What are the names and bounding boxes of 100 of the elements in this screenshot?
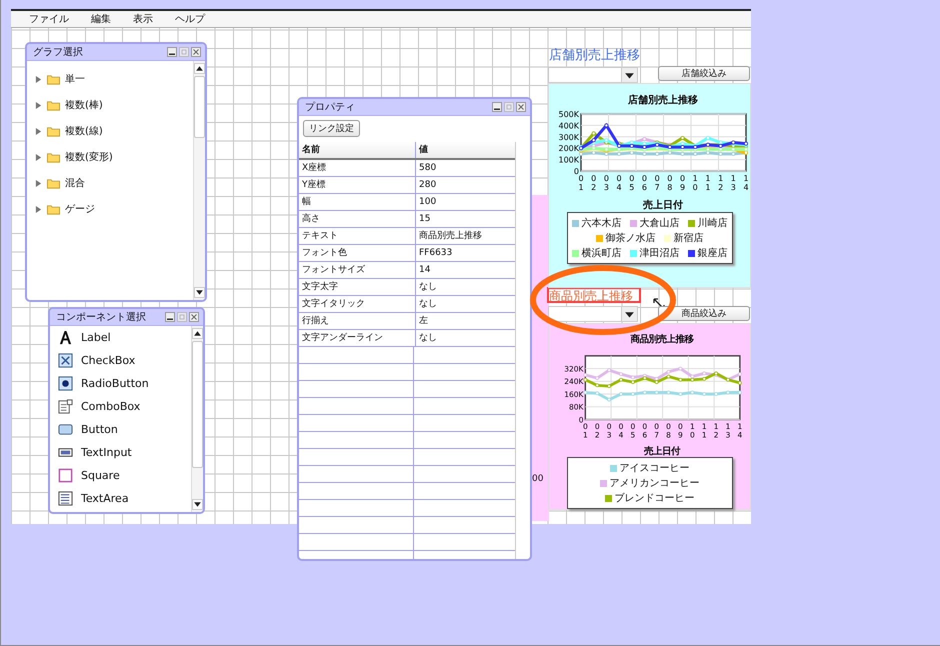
- x-tick-label: 08: [667, 174, 672, 192]
- point: [630, 150, 634, 155]
- scroll-up-icon[interactable]: [194, 63, 205, 74]
- x-tick-label: 04: [618, 422, 624, 440]
- point: [714, 392, 718, 396]
- point: [642, 152, 646, 156]
- folder-icon: [47, 126, 60, 136]
- y-tick-label: 0: [578, 415, 584, 424]
- property-value[interactable]: 商品別売上推移: [416, 228, 515, 244]
- expand-arrow-icon[interactable]: [35, 76, 42, 82]
- scrollbar[interactable]: [191, 326, 203, 512]
- x-tick-label: 02: [591, 174, 596, 192]
- x-tick-label: 09: [678, 422, 683, 440]
- column-header[interactable]: 値: [416, 142, 515, 158]
- column-header[interactable]: 名前: [299, 142, 416, 158]
- product-dropdown[interactable]: [548, 306, 638, 322]
- point: [631, 392, 635, 396]
- tree-item[interactable]: 複数(変形): [65, 150, 113, 164]
- tree-item[interactable]: 混合: [65, 176, 85, 190]
- expand-arrow-icon[interactable]: [35, 154, 42, 160]
- square-icon: [58, 468, 73, 483]
- chart-title: 店舗別売上推移: [628, 95, 698, 106]
- point: [595, 383, 600, 388]
- minimize-icon[interactable]: [167, 47, 177, 57]
- point: [666, 374, 670, 378]
- tree-item[interactable]: 複数(棒): [65, 98, 103, 112]
- y-tick-label: 200K: [558, 144, 579, 154]
- legend-label: ブレンドコーヒー: [614, 492, 694, 505]
- point: [666, 370, 670, 374]
- expand-arrow-icon[interactable]: [35, 180, 42, 186]
- property-value[interactable]: 100: [416, 194, 515, 210]
- y-tick-label: 400K: [558, 121, 579, 130]
- property-value[interactable]: なし: [416, 330, 515, 346]
- close-icon[interactable]: [189, 312, 199, 322]
- scroll-up-icon[interactable]: [192, 328, 203, 339]
- component-item[interactable]: Square: [81, 469, 120, 482]
- expand-arrow-icon[interactable]: [35, 102, 42, 108]
- component-item[interactable]: ComboBox: [81, 400, 140, 413]
- point: [631, 375, 635, 380]
- folder-icon: [47, 204, 60, 214]
- menu-item[interactable]: ファイル: [29, 12, 69, 26]
- close-icon[interactable]: [191, 47, 201, 57]
- expand-arrow-icon[interactable]: [35, 128, 42, 134]
- component-item[interactable]: TextArea: [81, 492, 129, 505]
- property-value[interactable]: 15: [416, 211, 515, 227]
- point: [680, 136, 685, 140]
- scroll-thumb[interactable]: [192, 341, 203, 468]
- chart-title-label[interactable]: 店舗別売上推移: [549, 46, 640, 64]
- x-tick-label: 07: [654, 174, 660, 192]
- link-settings-button[interactable]: リンク設定: [303, 120, 360, 137]
- point: [678, 378, 682, 382]
- property-value[interactable]: 280: [416, 177, 515, 193]
- property-value[interactable]: 580: [416, 160, 515, 176]
- component-item[interactable]: CheckBox: [81, 354, 136, 367]
- point: [583, 378, 588, 382]
- tree-item[interactable]: 複数(線): [65, 124, 103, 138]
- component-item[interactable]: RadioButton: [81, 377, 149, 390]
- property-value[interactable]: 14: [416, 262, 515, 278]
- property-value[interactable]: なし: [416, 296, 515, 312]
- component-item[interactable]: TextInput: [81, 446, 132, 459]
- y-tick-label: 300K: [558, 132, 579, 142]
- component-item[interactable]: Button: [81, 423, 118, 436]
- property-value[interactable]: 左: [416, 313, 515, 329]
- y-tick-label: 80K: [569, 402, 584, 412]
- menu-item[interactable]: 編集: [91, 12, 111, 26]
- property-value[interactable]: なし: [416, 279, 515, 295]
- panel-title: プロパティ: [305, 100, 355, 114]
- property-name: フォントサイズ: [299, 262, 416, 278]
- property-value[interactable]: FF6633: [416, 245, 515, 261]
- point: [690, 374, 694, 378]
- property-name: 文字太字: [299, 279, 416, 295]
- menu-item[interactable]: ヘルプ: [175, 12, 205, 26]
- tree-item[interactable]: ゲージ: [65, 202, 95, 216]
- tree-item[interactable]: 単一: [65, 72, 85, 86]
- point: [655, 152, 660, 156]
- menu-item[interactable]: 表示: [133, 12, 153, 26]
- point: [654, 380, 659, 384]
- legend-label: 銀座店: [698, 246, 728, 260]
- folder-icon: [47, 152, 60, 162]
- close-icon[interactable]: [516, 102, 526, 112]
- legend-label: 川崎店: [698, 216, 728, 230]
- scrollbar[interactable]: [193, 61, 205, 300]
- product-filter-button[interactable]: 商品絞込み: [658, 306, 750, 321]
- legend-label: 新宿店: [674, 232, 704, 245]
- expand-arrow-icon[interactable]: [35, 206, 42, 212]
- folder-icon: [47, 74, 60, 84]
- scroll-down-icon[interactable]: [194, 287, 205, 298]
- x-tick-label: 03: [606, 422, 612, 440]
- legend-label: 津田沼店: [640, 246, 680, 260]
- minimize-icon[interactable]: [492, 102, 502, 112]
- component-item[interactable]: Label: [81, 331, 111, 344]
- store-filter-button[interactable]: 店舗絞込み: [658, 66, 750, 81]
- point: [592, 138, 596, 142]
- point: [668, 150, 672, 155]
- scroll-thumb[interactable]: [194, 76, 205, 138]
- x-tick-label: 10: [690, 422, 695, 440]
- scroll-down-icon[interactable]: [192, 499, 203, 510]
- minimize-icon[interactable]: [165, 312, 175, 322]
- point: [619, 372, 623, 376]
- point: [642, 376, 647, 380]
